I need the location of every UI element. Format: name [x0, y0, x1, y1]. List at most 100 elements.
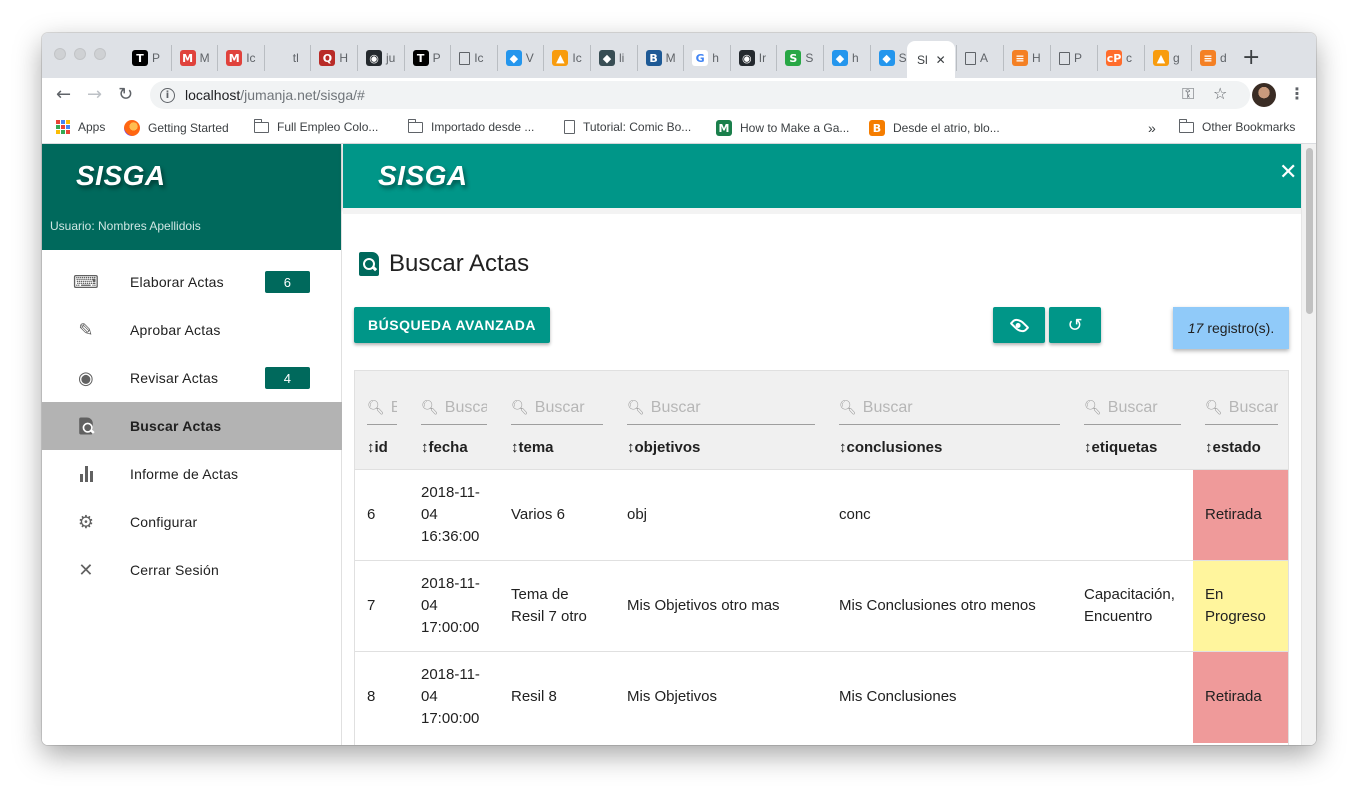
- table-row[interactable]: 8 2018-11-04 17:00:00 Resil 8 Mis Objetivos…: [355, 651, 1288, 743]
- bookmark-getting-started[interactable]: Getting Started: [124, 120, 229, 136]
- star-icon[interactable]: ☆: [1213, 84, 1227, 103]
- sidebar-item-aprobar-actas[interactable]: ✎ Aprobar Actas: [42, 306, 342, 354]
- bookmark-apps[interactable]: Apps: [56, 120, 105, 134]
- sidebar-item-configurar[interactable]: ⚙ Configurar: [42, 498, 342, 546]
- apps-grid-icon: [56, 120, 70, 134]
- column-filter[interactable]: 🔍︎ Buscar: [511, 391, 603, 425]
- kebab-menu-icon[interactable]: ⋮: [1289, 84, 1305, 103]
- more-bookmarks-button[interactable]: »: [1148, 120, 1156, 136]
- address-bar[interactable]: i localhost/jumanja.net/sisga/#: [150, 81, 1250, 109]
- sortable-column-label[interactable]: ↕id: [367, 425, 397, 469]
- sidebar-item-elaborar-actas[interactable]: ⌨ Elaborar Actas 6: [42, 258, 342, 306]
- browser-tab[interactable]: ◉ ju: [357, 45, 404, 71]
- browser-tab[interactable]: ◆ h: [823, 45, 870, 71]
- tab-title: P: [152, 51, 161, 65]
- sidebar-item-buscar-actas[interactable]: Buscar Actas: [42, 402, 342, 450]
- column-filter[interactable]: 🔍︎ Buscar: [421, 391, 487, 425]
- close-icon[interactable]: ✕: [1279, 160, 1297, 186]
- count-badge: 4: [265, 367, 310, 389]
- page-icon: [965, 51, 976, 65]
- sidebar-item-cerrar-sesi-n[interactable]: ✕ Cerrar Sesión: [42, 546, 342, 594]
- avatar[interactable]: [1252, 83, 1276, 107]
- browser-tab[interactable]: P: [1050, 45, 1097, 71]
- sidebar-item-label: Revisar Actas: [130, 370, 219, 386]
- scroll-thumb[interactable]: [1306, 148, 1313, 314]
- browser-tab[interactable]: cP c: [1097, 45, 1144, 71]
- key-icon[interactable]: ⚿: [1182, 84, 1194, 104]
- view-button[interactable]: [993, 307, 1045, 343]
- column-filter[interactable]: 🔍︎ Buscar: [839, 391, 1060, 425]
- tab-active[interactable]: Sl ✕: [907, 41, 955, 78]
- browser-tab[interactable]: Ic: [450, 45, 497, 71]
- bookmark-tutorial[interactable]: Tutorial: Comic Bo...: [564, 120, 691, 134]
- bookmark-label: Getting Started: [148, 121, 229, 135]
- bookmark-how-to-make[interactable]: M How to Make a Ga...: [716, 120, 849, 136]
- column-filter[interactable]: 🔍︎ Buscar: [1084, 391, 1181, 425]
- table-row[interactable]: 7 2018-11-04 17:00:00 Tema de Resil 7 otro…: [355, 560, 1288, 652]
- bookmark-full-empleo[interactable]: Full Empleo Colo...: [253, 118, 378, 134]
- folder-icon: [253, 118, 269, 133]
- bookmark-desde-el-atrio[interactable]: B Desde el atrio, blo...: [869, 120, 1000, 136]
- filter-placeholder: Buscar: [534, 398, 585, 416]
- advanced-search-button[interactable]: BÚSQUEDA AVANZADA: [354, 307, 550, 343]
- browser-tab[interactable]: BM: [636, 45, 684, 71]
- minimize-window-button[interactable]: [74, 48, 86, 60]
- sortable-column-label[interactable]: ↕fecha: [421, 425, 487, 469]
- sidebar-item-revisar-actas[interactable]: ◉ Revisar Actas 4: [42, 354, 342, 402]
- search-doc-icon: [74, 414, 98, 438]
- sortable-column-label[interactable]: ↕estado: [1205, 425, 1278, 469]
- close-tab-icon[interactable]: ✕: [936, 53, 946, 67]
- browser-tab[interactable]: SS: [776, 45, 823, 71]
- forward-arrow-icon[interactable]: →: [87, 84, 102, 106]
- column-filter[interactable]: 🔍︎ Buscar: [1205, 391, 1278, 425]
- column-filter[interactable]: 🔍︎ Buscar: [627, 391, 815, 425]
- table-row[interactable]: 6 2018-11-04 16:36:00 Varios 6 obj conc Retir…: [355, 469, 1288, 561]
- browser-tab[interactable]: TP: [403, 45, 451, 71]
- gear-icon: ⚙: [77, 511, 95, 533]
- browser-tab[interactable]: ▲ g: [1144, 45, 1191, 71]
- info-icon[interactable]: i: [160, 87, 175, 103]
- search-doc-icon: [359, 252, 379, 276]
- browser-tab[interactable]: A: [956, 45, 1003, 71]
- sidebar-item-label: Cerrar Sesión: [130, 562, 219, 578]
- browser-tab[interactable]: ◆ li: [590, 45, 637, 71]
- close-window-button[interactable]: [54, 48, 66, 60]
- sidebar-item-label: Aprobar Actas: [130, 322, 221, 338]
- browser-tab[interactable]: ≡ d: [1191, 45, 1238, 71]
- other-bookmarks[interactable]: Other Bookmarks: [1178, 118, 1295, 134]
- sortable-column-label[interactable]: ↕objetivos: [627, 425, 815, 469]
- scrollbar[interactable]: [1301, 144, 1316, 745]
- blank-favicon-icon: [273, 50, 289, 66]
- zoom-window-button[interactable]: [94, 48, 106, 60]
- folder-icon: [1178, 118, 1194, 133]
- tab-title: M: [199, 51, 210, 65]
- browser-tab[interactable]: QH: [310, 45, 357, 71]
- browser-tab[interactable]: MM: [170, 45, 218, 71]
- browser-toolbar: ← → ↻ i localhost/jumanja.net/sisga/# ⚿ …: [42, 78, 1316, 112]
- browser-tab[interactable]: ◉ Ir: [729, 45, 777, 71]
- sortable-column-label[interactable]: ↕tema: [511, 425, 603, 469]
- cell-conclusiones: Mis Conclusiones otro menos: [827, 560, 1072, 652]
- browser-tab[interactable]: M Ic: [217, 45, 264, 71]
- browser-tab[interactable]: ≡ H: [1003, 45, 1050, 71]
- cell-objetivos: Mis Objetivos otro mas: [615, 560, 827, 652]
- cell-estado: Retirada: [1193, 469, 1288, 561]
- sortable-column-label[interactable]: ↕conclusiones: [839, 425, 1060, 469]
- url-host: localhost: [185, 87, 241, 103]
- cell-tema: Varios 6: [499, 469, 615, 561]
- browser-tab[interactable]: ▲ Ic: [543, 45, 590, 71]
- browser-tab[interactable]: Gh: [683, 45, 730, 71]
- back-arrow-icon[interactable]: ←: [56, 84, 71, 106]
- reload-icon[interactable]: ↻: [118, 84, 133, 106]
- new-tab-button[interactable]: +: [1242, 45, 1260, 71]
- sortable-column-label[interactable]: ↕etiquetas: [1084, 425, 1181, 469]
- column-filter[interactable]: 🔍︎ Buscar: [367, 391, 397, 425]
- browser-tab[interactable]: ◆ V: [496, 45, 544, 71]
- eye-icon: ◉: [78, 367, 94, 389]
- browser-tab[interactable]: TP: [124, 45, 171, 71]
- bookmark-importado[interactable]: Importado desde ...: [407, 118, 534, 134]
- refresh-button[interactable]: ↺: [1049, 307, 1101, 343]
- tab-title: S: [805, 51, 814, 65]
- browser-tab[interactable]: tl: [263, 45, 311, 71]
- sidebar-item-informe-de-actas[interactable]: Informe de Actas: [42, 450, 342, 498]
